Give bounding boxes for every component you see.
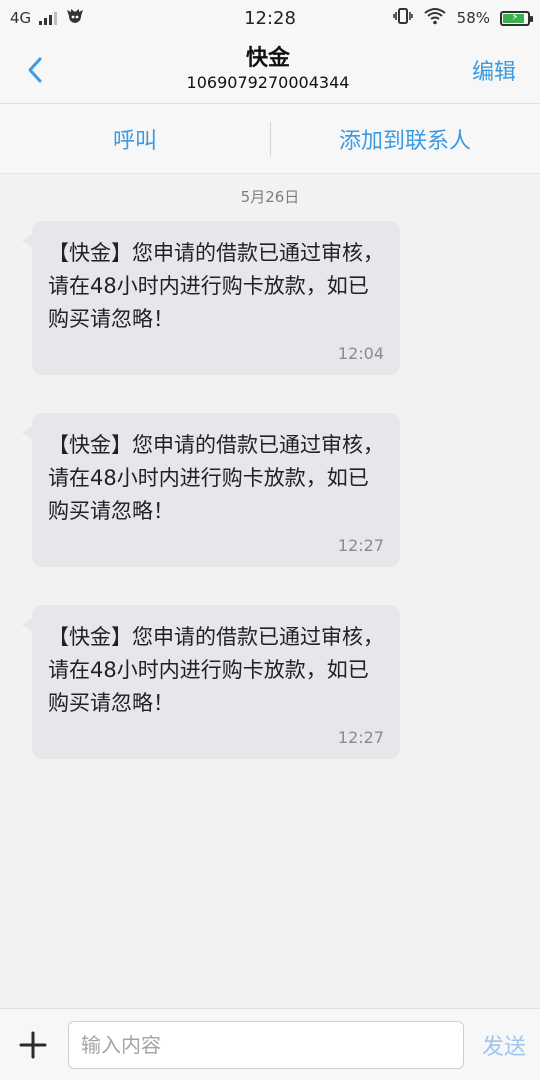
message-text: 【快金】您申请的借款已通过审核，请在48小时内进行购卡放款，如已购买请忽略！: [48, 433, 384, 523]
plus-icon: [19, 1031, 47, 1058]
date-separator: 5月26日: [240, 188, 300, 206]
call-button[interactable]: 呼叫: [0, 123, 270, 155]
message-input-wrap[interactable]: [68, 1020, 464, 1069]
network-label: 4G: [10, 9, 32, 27]
attach-button[interactable]: [14, 1026, 52, 1064]
vibrate-icon: [392, 7, 413, 29]
title-wrap: 快金 1069079270004344: [64, 45, 472, 93]
status-right: 58% ⚡: [392, 7, 533, 29]
battery-icon: ⚡: [500, 10, 533, 26]
back-button[interactable]: [24, 50, 64, 90]
compose-bar: 发送: [0, 1008, 540, 1080]
message-time: 12:04: [337, 344, 384, 363]
app-icon: [65, 7, 85, 29]
status-bar: 4G 12:28 58% ⚡: [0, 0, 540, 36]
signal-icon: [39, 11, 58, 25]
message-list[interactable]: 5月26日 【快金】您申请的借款已通过审核，请在48小时内进行购卡放款，如已购买…: [0, 174, 540, 1008]
contact-name: 快金: [245, 45, 290, 71]
message-input[interactable]: [79, 1031, 453, 1058]
wifi-icon: [423, 7, 447, 29]
message-time: 12:27: [337, 728, 384, 747]
status-left: 4G: [10, 7, 85, 29]
actions-bar: 呼叫 添加到联系人: [0, 104, 540, 174]
chevron-left-icon: [28, 57, 42, 82]
battery-percent: 58%: [456, 9, 490, 27]
add-to-contacts-button[interactable]: 添加到联系人: [270, 123, 540, 155]
message-text: 【快金】您申请的借款已通过审核，请在48小时内进行购卡放款，如已购买请忽略！: [48, 241, 384, 331]
conversation-header: 快金 1069079270004344 编辑: [0, 36, 540, 104]
message-bubble[interactable]: 【快金】您申请的借款已通过审核，请在48小时内进行购卡放款，如已购买请忽略！ 1…: [22, 605, 400, 759]
contact-number: 1069079270004344: [186, 73, 350, 93]
message-time: 12:27: [337, 536, 384, 555]
message-bubble[interactable]: 【快金】您申请的借款已通过审核，请在48小时内进行购卡放款，如已购买请忽略！ 1…: [22, 221, 400, 375]
message-text: 【快金】您申请的借款已通过审核，请在48小时内进行购卡放款，如已购买请忽略！: [48, 625, 384, 715]
actions-divider: [270, 122, 271, 156]
message-bubble[interactable]: 【快金】您申请的借款已通过审核，请在48小时内进行购卡放款，如已购买请忽略！ 1…: [22, 413, 400, 567]
edit-button[interactable]: 编辑: [472, 54, 516, 86]
send-button[interactable]: 发送: [482, 1029, 526, 1061]
